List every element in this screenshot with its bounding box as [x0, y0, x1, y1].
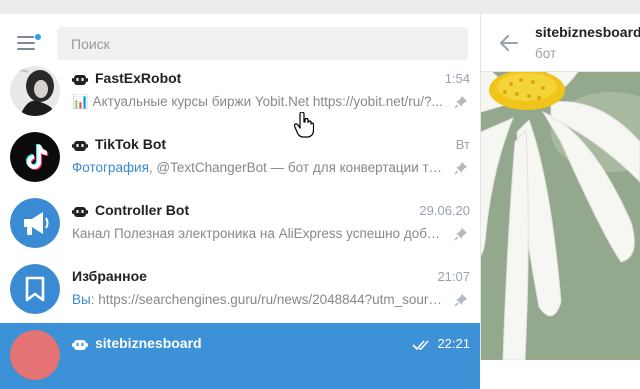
pin-icon	[454, 228, 467, 241]
chat-item-controller-bot[interactable]: Controller Bot 29.06.20 Канал Полезная э…	[0, 191, 480, 257]
double-check-icon	[412, 340, 429, 351]
chat-item-sitebiznesboard[interactable]: sitebiznesboard 22:21	[0, 323, 480, 389]
avatar	[10, 330, 60, 380]
chat-item-fastexrobot[interactable]: FastExRobot 1:54 📊 Актуальные курсы бирж…	[0, 59, 480, 125]
avatar	[10, 264, 60, 314]
tiktok-logo	[10, 132, 60, 182]
bookmark-icon	[10, 264, 60, 314]
conversation-subtitle: бот	[535, 46, 557, 61]
message-text: , @TextChangerBot — бот для конвертации …	[148, 160, 444, 175]
avatar	[10, 66, 60, 116]
chat-last-message: Канал Полезная электроника на AliExpress…	[72, 226, 444, 241]
hand-cursor-icon	[294, 112, 314, 138]
avatar	[10, 198, 60, 248]
bot-icon	[72, 75, 88, 85]
chat-time: 29.06.20	[419, 203, 470, 218]
conversation-panel: sitebiznesboard бот	[481, 14, 640, 360]
chat-time: 21:07	[437, 269, 470, 284]
window-top-bar	[0, 0, 640, 14]
chat-last-message: Фотография, @TextChangerBot — бот для ко…	[72, 160, 444, 175]
message-text: : https://searchengines.guru/ru/news/204…	[90, 292, 444, 307]
pin-icon	[454, 96, 467, 109]
bot-icon	[72, 207, 88, 217]
megaphone-icon	[10, 198, 60, 248]
search-input[interactable]	[57, 27, 468, 60]
conversation-header: sitebiznesboard бот	[481, 14, 640, 72]
chat-name: FastExRobot	[95, 70, 182, 86]
chat-item-tiktok-bot[interactable]: TikTok Bot Вт Фотография, @TextChangerBo…	[0, 125, 480, 191]
bot-icon	[72, 141, 88, 151]
chat-last-message: Вы: https://searchengines.guru/ru/news/2…	[72, 292, 444, 307]
pin-icon	[454, 294, 467, 307]
chat-list-panel: FastExRobot 1:54 📊 Актуальные курсы бирж…	[0, 14, 480, 389]
chat-name: Избранное	[72, 268, 147, 284]
chat-last-message: 📊 Актуальные курсы биржи Yobit.Net https…	[72, 94, 443, 109]
conversation-title: sitebiznesboard	[535, 24, 640, 40]
avatar	[10, 132, 60, 182]
message-highlight: Вы	[72, 292, 91, 307]
menu-icon[interactable]	[17, 33, 42, 52]
chat-wallpaper	[481, 62, 640, 360]
chat-name: sitebiznesboard	[95, 335, 202, 351]
chat-time: Вт	[455, 137, 470, 152]
chat-time: 22:21	[437, 336, 470, 351]
bot-icon	[72, 340, 88, 350]
chat-time: 1:54	[444, 71, 470, 86]
back-arrow-icon[interactable]	[498, 32, 520, 54]
notification-dot	[34, 33, 42, 41]
message-highlight: Фотография	[72, 160, 149, 175]
chat-name: Controller Bot	[95, 202, 190, 218]
pin-icon	[454, 162, 467, 175]
chat-item-saved-messages[interactable]: Избранное 21:07 Вы: https://searchengine…	[0, 257, 480, 323]
chat-name: TikTok Bot	[95, 136, 167, 152]
